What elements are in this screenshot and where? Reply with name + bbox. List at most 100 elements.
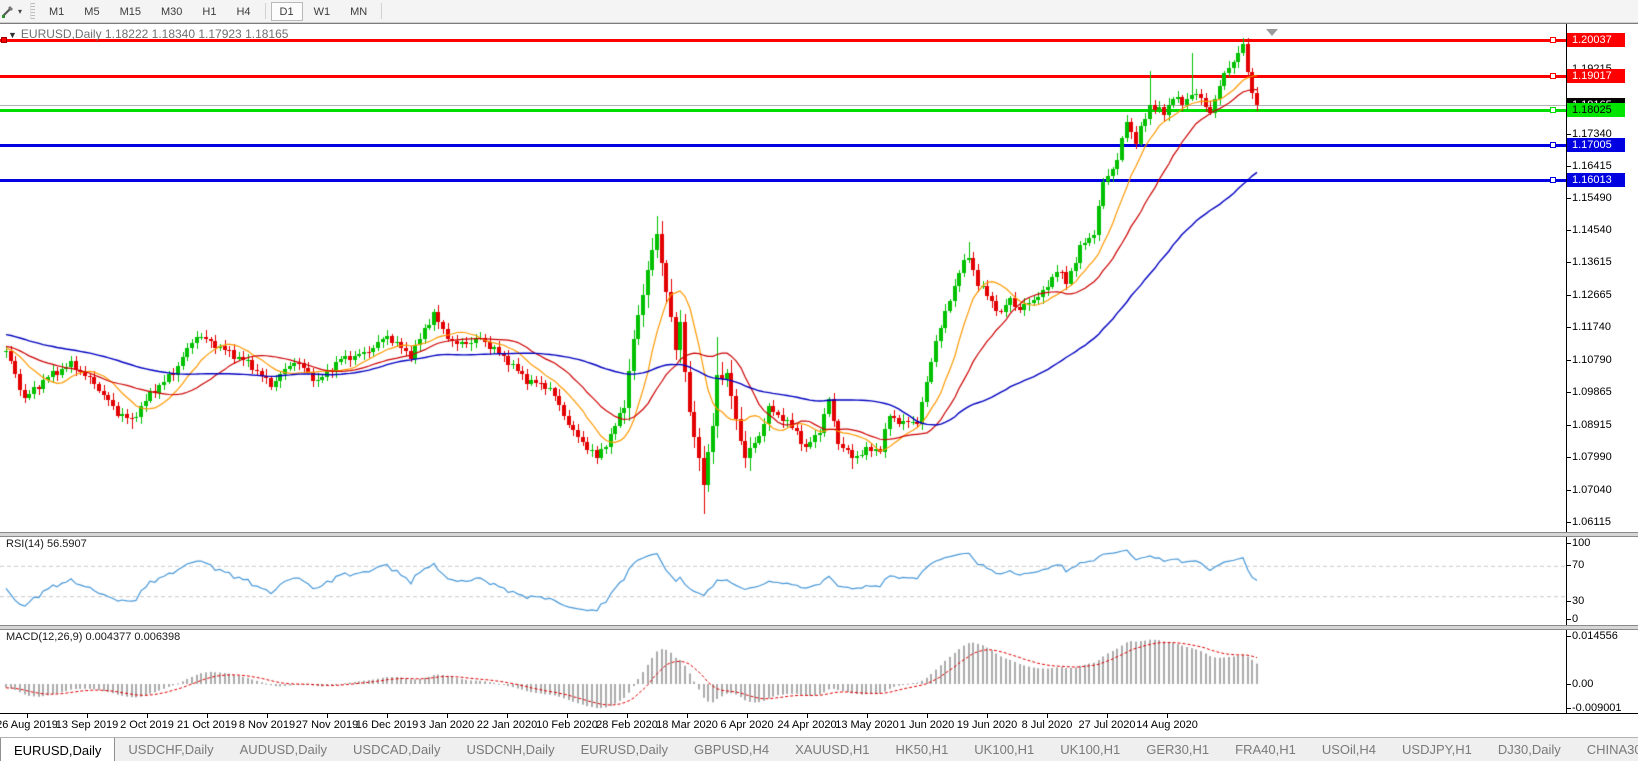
date-tick-mark (207, 714, 208, 718)
price-tick-mark (1566, 166, 1571, 167)
tool-dropdown-caret[interactable]: ▾ (18, 7, 22, 16)
price-tick-label: 1.12665 (1572, 289, 1612, 301)
symbol-tab-usdcad-daily-3[interactable]: USDCAD,Daily (340, 738, 453, 761)
timeframe-button-mn[interactable]: MN (341, 2, 376, 21)
symbol-tab-china300-h1-16[interactable]: CHINA300,H1 (1574, 738, 1638, 761)
price-tick-mark (1566, 490, 1571, 491)
date-label: 27 Nov 2019 (296, 719, 358, 731)
date-label: 22 Jan 2020 (477, 719, 538, 731)
timeframe-button-m30[interactable]: M30 (152, 2, 191, 21)
price-tick-mark (1566, 230, 1571, 231)
price-axis-line (1566, 24, 1567, 714)
date-tick-mark (567, 714, 568, 718)
toolbar-grip[interactable] (30, 3, 35, 19)
macd-axis-label: 0.014556 (1572, 630, 1618, 642)
price-badge-1.19017: 1.19017 (1567, 69, 1625, 83)
price-chart-canvas[interactable] (0, 24, 1566, 738)
price-tick-label: 1.07990 (1572, 451, 1612, 463)
symbol-tab-uk100-h1-9[interactable]: UK100,H1 (961, 738, 1047, 761)
timeframe-button-m15[interactable]: M15 (111, 2, 150, 21)
date-axis-line (0, 713, 1638, 714)
symbol-tab-xauusd-h1-7[interactable]: XAUUSD,H1 (782, 738, 882, 761)
macd-tick-mark (1566, 684, 1571, 685)
date-label: 19 Jun 2020 (957, 719, 1018, 731)
date-label: 8 Jul 2020 (1022, 719, 1073, 731)
title-collapse-icon[interactable]: ▼ (8, 30, 17, 40)
symbol-tab-eurusd-daily-0[interactable]: EURUSD,Daily (0, 737, 115, 761)
symbol-tab-gbpusd-h4-6[interactable]: GBPUSD,H4 (681, 738, 782, 761)
symbol-tab-dj30-daily-15[interactable]: DJ30,Daily (1485, 738, 1574, 761)
rsi-tick-mark (1566, 619, 1571, 620)
symbol-tab-ger30-h1-11[interactable]: GER30,H1 (1133, 738, 1222, 761)
price-badge-1.20037: 1.20037 (1567, 33, 1625, 47)
price-tick-mark (1566, 425, 1571, 426)
price-tick-label: 1.11740 (1572, 321, 1611, 333)
symbol-tab-fra40-h1-12[interactable]: FRA40,H1 (1222, 738, 1309, 761)
date-tick-mark (1167, 714, 1168, 718)
price-tick-mark (1566, 392, 1571, 393)
macd-axis-label: -0.009001 (1572, 702, 1622, 714)
timeframe-button-d1[interactable]: D1 (271, 2, 303, 21)
date-label: 27 Jul 2020 (1079, 719, 1136, 731)
chart-title-text: EURUSD,Daily 1.18222 1.18340 1.17923 1.1… (21, 27, 289, 41)
date-tick-mark (867, 714, 868, 718)
symbol-tab-usoil-h4-13[interactable]: USOil,H4 (1309, 738, 1389, 761)
macd-panel-splitter[interactable] (0, 625, 1638, 630)
chart-window: ▼ EURUSD,Daily 1.18222 1.18340 1.17923 1.… (0, 23, 1638, 737)
macd-tick-mark (1566, 636, 1571, 637)
date-tick-mark (687, 714, 688, 718)
symbol-tab-usdchf-daily-1[interactable]: USDCHF,Daily (115, 738, 226, 761)
symbol-tab-usdcnh-daily-4[interactable]: USDCNH,Daily (453, 738, 567, 761)
toolbar-separator (381, 3, 382, 19)
date-label: 24 Apr 2020 (777, 719, 836, 731)
timeframe-button-m1[interactable]: M1 (40, 2, 73, 21)
date-tick-mark (807, 714, 808, 718)
date-tick-mark (447, 714, 448, 718)
symbol-tab-audusd-daily-2[interactable]: AUDUSD,Daily (227, 738, 340, 761)
date-label: 28 Feb 2020 (596, 719, 658, 731)
symbol-tab-uk100-h1-10[interactable]: UK100,H1 (1047, 738, 1133, 761)
symbol-tab-hk50-h1-8[interactable]: HK50,H1 (883, 738, 962, 761)
date-label: 13 Sep 2019 (56, 719, 118, 731)
timeframe-buttons: M1M5M15M30H1H4 D1W1MN (39, 2, 386, 21)
rsi-panel-splitter[interactable] (0, 532, 1638, 537)
price-tick-label: 1.06115 (1572, 516, 1611, 528)
rsi-tick-mark (1566, 565, 1571, 566)
timeframe-button-h4[interactable]: H4 (227, 2, 259, 21)
timeframe-button-w1[interactable]: W1 (305, 2, 340, 21)
price-badge-1.16013: 1.16013 (1567, 173, 1625, 187)
date-tick-mark (747, 714, 748, 718)
date-label: 13 May 2020 (835, 719, 899, 731)
price-badge-1.18025: 1.18025 (1567, 103, 1625, 117)
date-label: 16 Dec 2019 (356, 719, 418, 731)
cursor-tool-button[interactable]: ▾ (0, 0, 26, 22)
symbol-tab-eurusd-daily-5[interactable]: EURUSD,Daily (568, 738, 681, 761)
date-label: 26 Aug 2019 (0, 719, 58, 731)
timeframe-button-m5[interactable]: M5 (75, 2, 108, 21)
metatrader-window: { "toolbar": { "tool_icon": "crosshair-t… (0, 0, 1638, 761)
rsi-indicator-label: RSI(14) 56.5907 (6, 538, 87, 550)
date-tick-mark (507, 714, 508, 718)
price-tick-label: 1.08915 (1572, 419, 1612, 431)
price-badge-1.17005: 1.17005 (1567, 138, 1625, 152)
rsi-axis-label: 70 (1572, 559, 1584, 571)
price-tick-label: 1.16415 (1572, 160, 1612, 172)
date-label: 6 Apr 2020 (720, 719, 773, 731)
price-tick-label: 1.10790 (1572, 354, 1612, 366)
price-tick-mark (1566, 134, 1571, 135)
date-label: 14 Aug 2020 (1136, 719, 1198, 731)
toolbar-separator (265, 3, 266, 19)
date-tick-mark (1107, 714, 1108, 718)
symbol-tab-usdjpy-h1-14[interactable]: USDJPY,H1 (1389, 738, 1485, 761)
date-label: 8 Nov 2019 (239, 719, 295, 731)
chart-shift-marker-icon[interactable] (1266, 29, 1278, 36)
price-tick-mark (1566, 198, 1571, 199)
rsi-axis-label: 30 (1572, 595, 1584, 607)
price-tick-label: 1.14540 (1572, 224, 1612, 236)
timeframe-button-h1[interactable]: H1 (193, 2, 225, 21)
price-tick-mark (1566, 262, 1571, 263)
rsi-axis-label: 0 (1572, 613, 1578, 625)
price-tick-label: 1.13615 (1572, 256, 1612, 268)
date-tick-mark (927, 714, 928, 718)
price-tick-mark (1566, 327, 1571, 328)
